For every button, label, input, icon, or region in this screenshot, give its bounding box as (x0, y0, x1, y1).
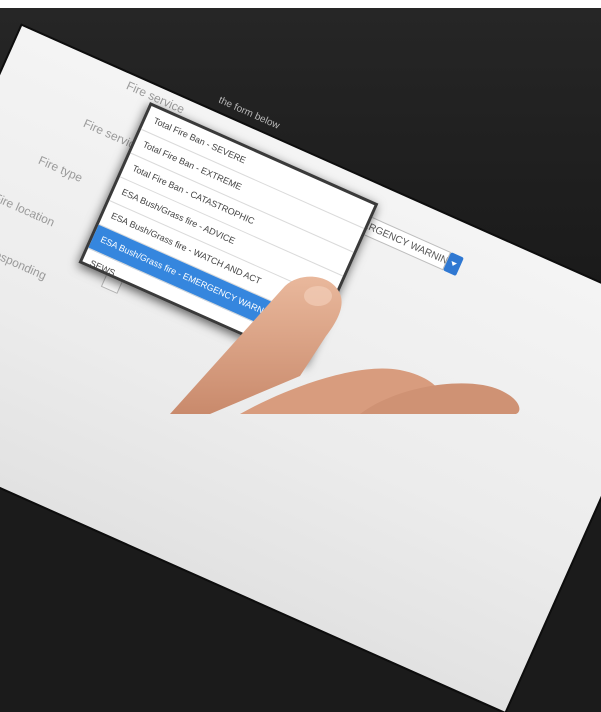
top-caption-strip (0, 0, 601, 8)
form-hint: the form below (216, 94, 282, 132)
label-fire-location: Fire location (0, 190, 57, 230)
label-fire-type: Fire type (36, 153, 85, 185)
tablet-bezel: the form below Fire service Fire service… (0, 8, 601, 712)
pointing-hand (170, 276, 520, 414)
label-units-responding: No. of units responding (0, 220, 49, 283)
